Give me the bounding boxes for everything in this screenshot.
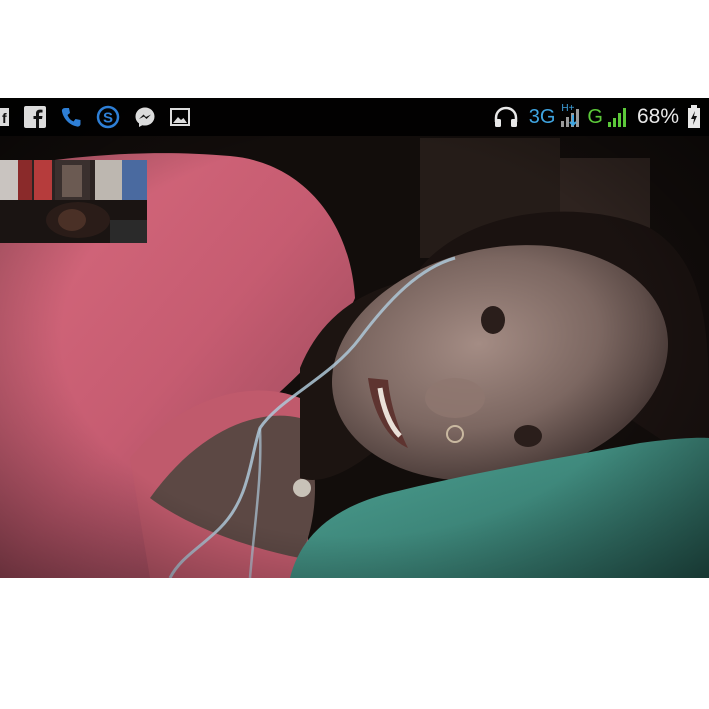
phone-icon (61, 108, 81, 127)
signal-strength-icon-1 (561, 109, 580, 127)
svg-text:S: S (103, 110, 113, 127)
image-icon (170, 108, 190, 126)
battery-charging-icon (688, 105, 700, 128)
notification-icons: f S (0, 98, 202, 136)
network-type-3g: 3G (528, 106, 556, 128)
facebook-small-icon: f (0, 108, 9, 126)
battery-percent: 68% (636, 105, 679, 128)
skype-icon: S (96, 105, 120, 129)
messenger-icon (135, 107, 155, 127)
status-bar: f S 3G H+ G 68% (0, 98, 709, 136)
svg-text:f: f (2, 110, 7, 126)
headphones-icon (494, 106, 517, 127)
facebook-icon (24, 106, 46, 128)
system-status: 3G H+ G 68% (493, 98, 701, 136)
video-call-screen: f S 3G H+ G 68% (0, 98, 709, 578)
self-view-thumbnail[interactable] (0, 160, 147, 243)
signal-h-plus: H+ (559, 103, 583, 129)
network-type-g: G (587, 106, 603, 128)
signal-strength-icon-2 (607, 108, 626, 127)
